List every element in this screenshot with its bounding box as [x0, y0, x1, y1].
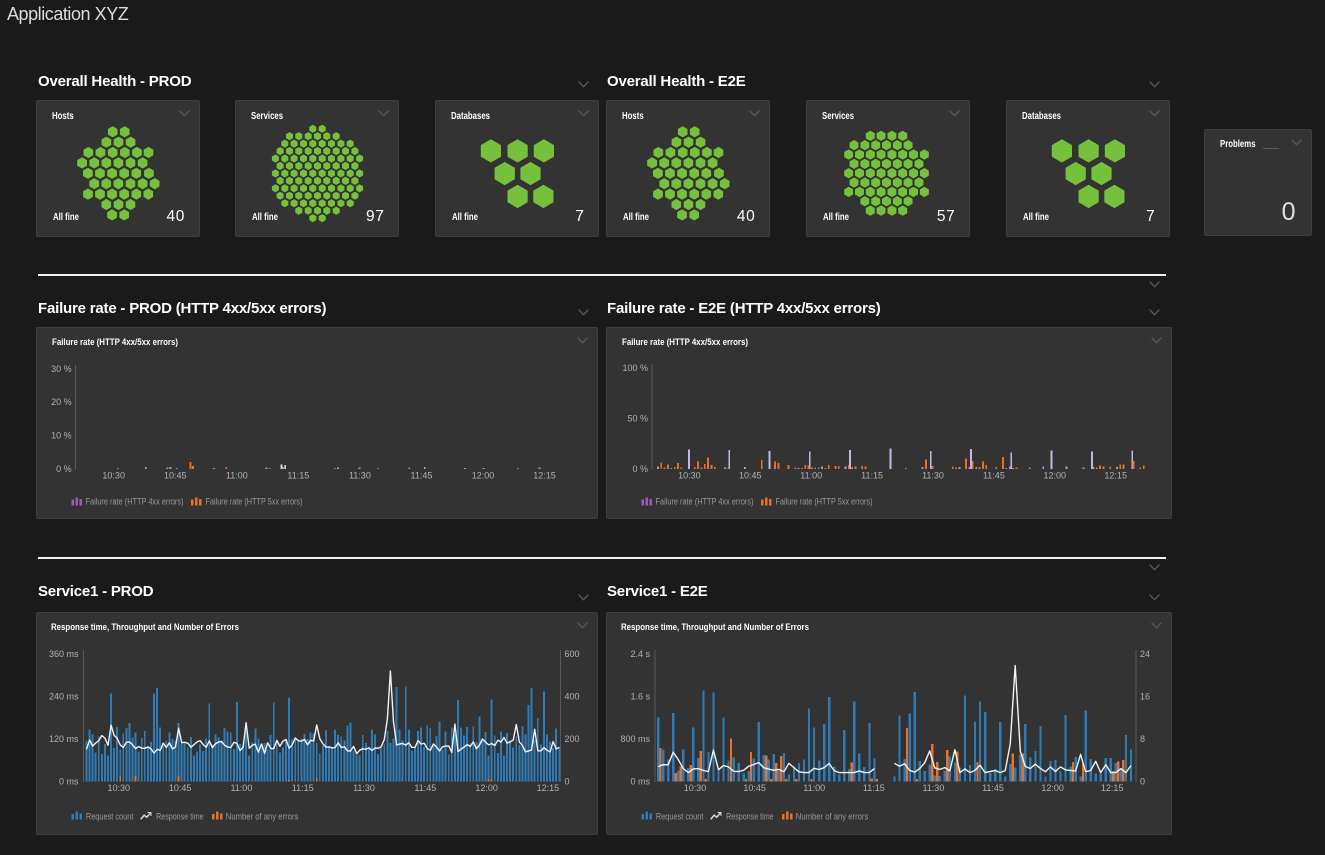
svg-text:30 %: 30 % — [51, 364, 72, 374]
svg-text:12:00: 12:00 — [472, 471, 495, 481]
svg-text:2.4 s: 2.4 s — [630, 648, 650, 658]
svg-text:Failure rate (HTTP 5xx errors): Failure rate (HTTP 5xx errors) — [775, 497, 872, 508]
svg-text:11:00: 11:00 — [230, 783, 252, 793]
svg-text:120 ms: 120 ms — [49, 734, 79, 744]
svg-text:11:45: 11:45 — [982, 783, 1004, 793]
svg-text:240 ms: 240 ms — [49, 691, 79, 701]
svg-text:800 ms: 800 ms — [620, 734, 650, 744]
svg-text:11:15: 11:15 — [863, 783, 885, 793]
svg-text:10:45: 10:45 — [743, 783, 766, 793]
svg-text:11:00: 11:00 — [803, 783, 825, 793]
svg-text:Response time, Throughput and: Response time, Throughput and Number of … — [621, 622, 809, 633]
svg-text:11:45: 11:45 — [414, 783, 436, 793]
svg-text:16: 16 — [1140, 691, 1150, 701]
svg-text:12:00: 12:00 — [475, 783, 498, 793]
svg-text:0 ms: 0 ms — [59, 776, 79, 786]
svg-text:0 %: 0 % — [56, 464, 72, 474]
svg-text:11:30: 11:30 — [922, 471, 944, 481]
svg-text:360 ms: 360 ms — [49, 648, 79, 658]
svg-text:11:45: 11:45 — [983, 471, 1005, 481]
svg-text:Number of any errors: Number of any errors — [226, 811, 299, 822]
svg-text:24: 24 — [1140, 648, 1150, 658]
svg-text:8: 8 — [1140, 734, 1145, 744]
svg-text:10 %: 10 % — [51, 431, 72, 441]
svg-text:Response time: Response time — [156, 811, 204, 822]
svg-text:10:30: 10:30 — [678, 471, 701, 481]
svg-text:50 %: 50 % — [627, 414, 648, 424]
svg-text:Response time, Throughput and: Response time, Throughput and Number of … — [51, 622, 239, 633]
svg-text:11:15: 11:15 — [292, 783, 314, 793]
svg-text:0 ms: 0 ms — [630, 776, 650, 786]
svg-text:Failure rate (HTTP 4xx/5xx err: Failure rate (HTTP 4xx/5xx errors) — [52, 337, 178, 348]
svg-text:0: 0 — [1140, 776, 1145, 786]
svg-text:400: 400 — [565, 691, 580, 701]
svg-text:11:00: 11:00 — [800, 471, 822, 481]
svg-text:20 %: 20 % — [51, 397, 72, 407]
svg-text:Failure rate (HTTP 4xx/5xx err: Failure rate (HTTP 4xx/5xx errors) — [622, 337, 748, 348]
svg-text:600: 600 — [565, 648, 580, 658]
svg-text:12:15: 12:15 — [533, 471, 556, 481]
svg-text:10:30: 10:30 — [108, 783, 131, 793]
svg-text:200: 200 — [565, 734, 580, 744]
svg-text:11:30: 11:30 — [922, 783, 944, 793]
svg-text:12:00: 12:00 — [1041, 783, 1064, 793]
svg-text:10:30: 10:30 — [684, 783, 707, 793]
svg-text:11:15: 11:15 — [287, 471, 309, 481]
svg-text:11:15: 11:15 — [861, 471, 883, 481]
svg-text:Request count: Request count — [656, 811, 704, 822]
svg-text:10:30: 10:30 — [102, 471, 125, 481]
svg-text:Failure rate (HTTP 4xx errors): Failure rate (HTTP 4xx errors) — [86, 497, 184, 508]
svg-text:0: 0 — [565, 776, 570, 786]
svg-text:11:30: 11:30 — [353, 783, 375, 793]
svg-text:12:00: 12:00 — [1043, 471, 1066, 481]
svg-text:10:45: 10:45 — [169, 783, 192, 793]
svg-text:Failure rate (HTTP 4xx errors): Failure rate (HTTP 4xx errors) — [655, 497, 753, 508]
svg-text:100 %: 100 % — [622, 363, 648, 373]
svg-text:11:00: 11:00 — [226, 471, 248, 481]
svg-text:11:30: 11:30 — [349, 471, 371, 481]
svg-text:12:15: 12:15 — [1101, 783, 1124, 793]
svg-text:12:15: 12:15 — [537, 783, 560, 793]
svg-text:Response time: Response time — [726, 811, 774, 822]
svg-text:0 %: 0 % — [632, 464, 648, 474]
svg-text:10:45: 10:45 — [164, 471, 187, 481]
svg-text:12:15: 12:15 — [1104, 471, 1127, 481]
svg-text:11:45: 11:45 — [411, 471, 433, 481]
svg-text:Request count: Request count — [86, 811, 134, 822]
svg-text:Number of any errors: Number of any errors — [796, 811, 869, 822]
svg-text:1.6 s: 1.6 s — [630, 691, 650, 701]
svg-text:Failure rate (HTTP 5xx errors): Failure rate (HTTP 5xx errors) — [206, 497, 303, 508]
svg-text:10:45: 10:45 — [739, 471, 762, 481]
